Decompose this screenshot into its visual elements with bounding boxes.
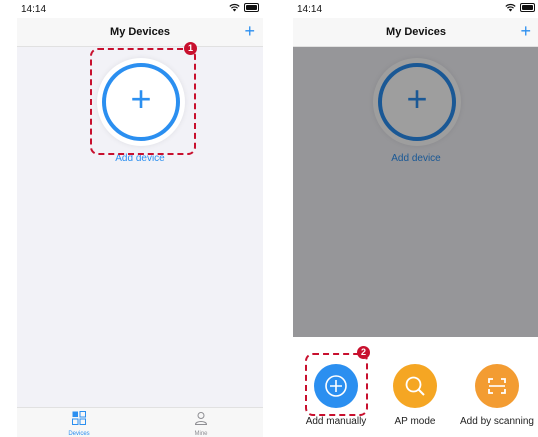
tab-mine-label: Mine bbox=[194, 431, 208, 437]
right-phone-screen: 14:14 My Devices + + Add device Add manu… bbox=[293, 0, 538, 437]
page-title: My Devices bbox=[110, 26, 170, 38]
status-bar: 14:14 bbox=[293, 0, 538, 18]
status-bar: 14:14 bbox=[17, 0, 263, 18]
wifi-icon bbox=[229, 3, 240, 12]
add-manually-label: Add manually bbox=[305, 416, 367, 427]
callout-badge-2: 2 bbox=[357, 346, 370, 359]
ap-mode-button[interactable]: AP mode bbox=[375, 364, 455, 427]
tab-devices[interactable]: Devices bbox=[49, 411, 109, 437]
tab-mine[interactable]: Mine bbox=[171, 411, 231, 437]
page-title: My Devices bbox=[386, 26, 446, 38]
ap-mode-label: AP mode bbox=[394, 416, 436, 427]
devices-grid-icon bbox=[72, 411, 86, 425]
nav-bar: My Devices + bbox=[17, 18, 263, 47]
left-phone-screen: 14:14 My Devices + + Add device 1 Device… bbox=[17, 0, 263, 437]
modal-backdrop[interactable] bbox=[293, 47, 538, 337]
add-by-scanning-button[interactable]: Add by scanning bbox=[457, 364, 537, 427]
add-by-scanning-label: Add by scanning bbox=[460, 416, 534, 427]
wifi-icon bbox=[505, 3, 516, 12]
tab-devices-label: Devices bbox=[68, 431, 90, 437]
battery-icon bbox=[244, 3, 259, 12]
battery-icon bbox=[520, 3, 535, 12]
callout-box-2 bbox=[305, 353, 368, 416]
nav-add-button[interactable]: + bbox=[244, 20, 255, 42]
status-time: 14:14 bbox=[21, 4, 47, 15]
scan-icon bbox=[488, 378, 506, 394]
tab-bar: Devices Mine bbox=[17, 407, 263, 437]
nav-bar: My Devices + bbox=[293, 18, 538, 47]
callout-badge-1: 1 bbox=[184, 42, 197, 55]
callout-box-1 bbox=[90, 48, 196, 155]
person-icon bbox=[194, 412, 208, 425]
nav-add-button[interactable]: + bbox=[520, 20, 531, 42]
status-time: 14:14 bbox=[297, 4, 323, 15]
search-icon bbox=[405, 376, 425, 396]
